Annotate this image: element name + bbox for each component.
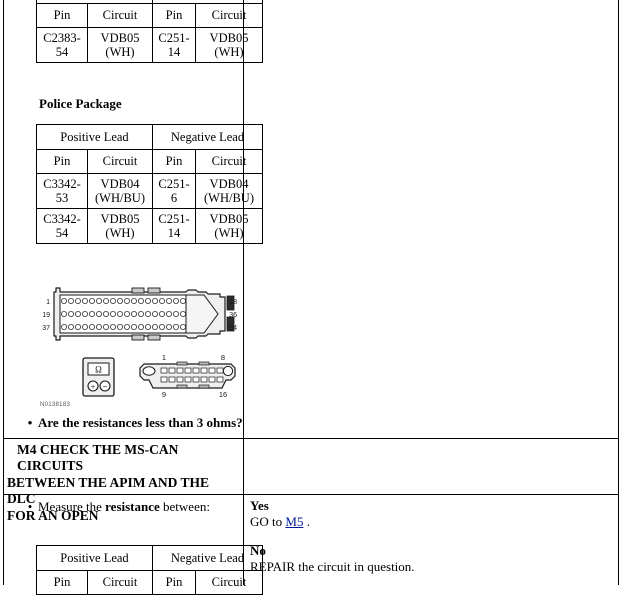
cell-pin-positive: C2383-54: [36, 27, 88, 63]
header-circuit-positive: Circuit: [87, 149, 153, 174]
frame-border-right-top: [618, 0, 619, 439]
instruction-emphasis: resistance: [105, 499, 160, 514]
ohmmeter-icon: Ω + −: [82, 357, 115, 397]
cell-circuit-negative: VDB05 (WH): [195, 208, 263, 244]
header-pin-negative: Pin: [152, 570, 196, 595]
cell-pin-negative: C251-6: [152, 173, 196, 209]
cell-circuit-positive: VDB05 (WH): [87, 27, 153, 63]
answer-spacer: [250, 531, 610, 543]
table-row: C2383-54 VDB05 (WH) C251-14 VDB05 (WH): [36, 27, 263, 63]
figure-id-label: N0138183: [40, 402, 71, 408]
question-resistance-text: Are the resistances less than 3 ohms?: [38, 415, 243, 430]
frame-border-left-bottom: [3, 438, 4, 585]
answer-no-label: No: [250, 542, 266, 558]
header-negative-lead: Negative Lead: [152, 124, 263, 150]
header-circuit-negative: Circuit: [195, 149, 263, 174]
header-circuit-negative: Circuit: [195, 3, 263, 28]
pin-label-right-36: 36: [229, 312, 237, 319]
header-pin-negative: Pin: [152, 149, 196, 174]
header-positive-lead: Positive Lead: [36, 124, 153, 150]
pin-label-left-1: 1: [46, 299, 50, 306]
bullet-icon: •: [27, 499, 33, 514]
header-pin-positive: Pin: [36, 3, 88, 28]
dlc-pin-label-1: 1: [162, 353, 166, 362]
pin-label-right-18: 18: [229, 299, 237, 306]
header-pin-positive: Pin: [36, 570, 88, 595]
bullet-icon: •: [27, 415, 33, 430]
answer-yes-action: GO to M5 .: [250, 514, 610, 530]
connector-diagram-svg: 1 19 37 18 36 54 Ω + − 1 8 9 16: [42, 287, 237, 399]
pin-label-right-54: 54: [229, 325, 237, 332]
link-step-m5[interactable]: M5: [285, 514, 303, 529]
pin-label-left-37: 37: [42, 325, 50, 332]
answer-yes-suffix: .: [303, 514, 310, 530]
cell-circuit-negative: VDB05 (WH): [195, 27, 263, 63]
cell-circuit-negative: VDB04 (WH/BU): [195, 173, 263, 209]
table-header-row: Positive Lead Negative Lead: [36, 124, 263, 150]
dlc-pin-label-8: 8: [221, 353, 225, 362]
header-negative-lead: Negative Lead: [152, 545, 263, 571]
answer-no-action: REPAIR the circuit in question.: [250, 558, 415, 574]
frame-border-right-bottom: [618, 438, 619, 585]
table-row: C3342-53 VDB04 (WH/BU) C251-6 VDB04 (WH/…: [36, 173, 263, 209]
cell-pin-negative: C251-14: [152, 27, 196, 63]
svg-text:−: −: [103, 382, 108, 391]
instruction-suffix: between:: [159, 499, 210, 514]
header-circuit-positive: Circuit: [87, 3, 153, 28]
table-row: C3342-54 VDB05 (WH) C251-14 VDB05 (WH): [36, 208, 263, 244]
cell-circuit-positive: VDB04 (WH/BU): [87, 173, 153, 209]
cell-circuit-positive: VDB05 (WH): [87, 208, 153, 244]
step-m4-instruction-text: Measure the resistance between:: [38, 499, 210, 515]
table-header-row: Positive Lead Negative Lead: [36, 545, 263, 571]
connector-54pin-icon: [53, 287, 235, 341]
table-subheader-row: Pin Circuit Pin Circuit: [36, 570, 263, 595]
svg-text:Ω: Ω: [95, 365, 102, 375]
dlc-pin-label-9: 9: [162, 390, 166, 399]
step-m4-lead-table: Positive Lead Negative Lead Pin Circuit …: [36, 545, 263, 595]
pin-label-left-19: 19: [42, 312, 50, 319]
step-m4-instruction-row: • Measure the resistance between:: [22, 499, 210, 515]
lead-table-continued: Positive Lead Negative Lead Pin Circuit …: [36, 0, 263, 63]
wiring-connector-figure: 1 19 37 18 36 54 Ω + − 1 8 9 16 N0138183: [36, 284, 241, 412]
cell-pin-positive: C3342-53: [36, 173, 88, 209]
table-subheader-row: Pin Circuit Pin Circuit: [36, 149, 263, 174]
instruction-prefix: Measure the: [38, 499, 106, 514]
header-positive-lead: Positive Lead: [36, 545, 153, 571]
answer-yes-label: Yes: [250, 498, 269, 513]
frame-border-left-top: [3, 0, 4, 439]
answer-yes-prefix: GO to: [250, 514, 286, 530]
header-pin-positive: Pin: [36, 149, 88, 174]
police-package-heading: Police Package: [39, 96, 122, 111]
connector-dlc16-icon: [139, 361, 236, 389]
frame-rule-above-step-m4: [3, 438, 619, 439]
table-subheader-row: Pin Circuit Pin Circuit: [36, 3, 263, 28]
question-resistance-row: • Are the resistances less than 3 ohms?: [22, 415, 243, 431]
cell-pin-positive: C3342-54: [36, 208, 88, 244]
dlc-pin-label-16: 16: [219, 390, 227, 399]
header-circuit-positive: Circuit: [87, 570, 153, 595]
step-m4-answer-column: Yes GO to M5 . No REPAIR the circuit in …: [250, 498, 610, 575]
svg-text:+: +: [91, 384, 95, 391]
cell-pin-negative: C251-14: [152, 208, 196, 244]
police-package-lead-table: Positive Lead Negative Lead Pin Circuit …: [36, 124, 263, 244]
step-m4-heading-line-1: M4 CHECK THE MS-CAN CIRCUITS: [17, 442, 179, 474]
header-pin-negative: Pin: [152, 3, 196, 28]
